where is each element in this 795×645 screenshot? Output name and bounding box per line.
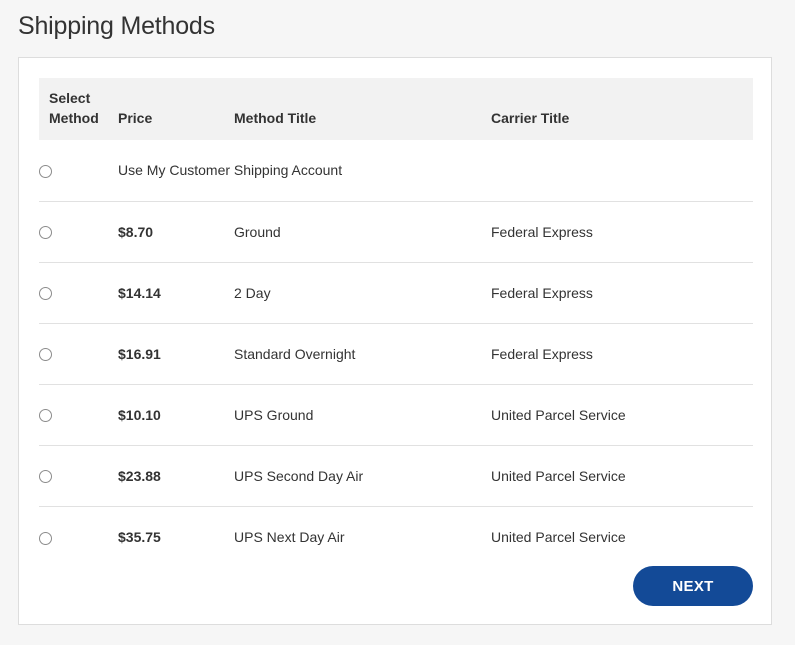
carrier-title-cell: Federal Express <box>491 284 593 301</box>
radio-cell[interactable] <box>39 262 118 323</box>
price-cell: $10.10 <box>118 406 161 423</box>
carrier-title-cell: United Parcel Service <box>491 406 626 423</box>
next-button[interactable]: NEXT <box>633 566 753 606</box>
header-select-line2: Method <box>49 110 99 126</box>
price-cell: $14.14 <box>118 284 161 301</box>
table-row[interactable]: $16.91 Standard Overnight Federal Expres… <box>39 323 753 384</box>
header-select-method: Select Method <box>39 78 118 140</box>
price-cell: $35.75 <box>118 528 161 545</box>
method-title-cell: 2 Day <box>234 284 271 301</box>
table-row[interactable]: $10.10 UPS Ground United Parcel Service <box>39 384 753 445</box>
method-radio-button[interactable] <box>39 348 52 362</box>
table-row[interactable]: Use My Customer Shipping Account <box>39 140 753 201</box>
radio-cell[interactable] <box>39 323 118 384</box>
radio-cell[interactable] <box>39 201 118 262</box>
radio-cell[interactable] <box>39 384 118 445</box>
method-title-cell: Ground <box>234 223 281 240</box>
method-title-cell: UPS Ground <box>234 406 314 423</box>
header-carrier-title: Carrier Title <box>491 110 570 126</box>
method-title-cell: UPS Second Day Air <box>234 467 364 484</box>
carrier-title-cell: Federal Express <box>491 345 593 362</box>
shipping-methods-table: Select Method Price Method Title Carrier… <box>39 78 753 567</box>
method-radio-button[interactable] <box>39 470 52 484</box>
method-radio-button[interactable] <box>39 531 52 545</box>
shipping-methods-panel: Select Method Price Method Title Carrier… <box>18 57 772 625</box>
price-cell: $16.91 <box>118 345 161 362</box>
radio-cell[interactable] <box>39 140 118 201</box>
method-radio-button[interactable] <box>39 165 52 179</box>
table-row[interactable]: $8.70 Ground Federal Express <box>39 201 753 262</box>
method-radio-button[interactable] <box>39 287 52 301</box>
page-title: Shipping Methods <box>18 12 215 40</box>
price-cell: $23.88 <box>118 467 161 484</box>
table-row[interactable]: $14.14 2 Day Federal Express <box>39 262 753 323</box>
carrier-title-cell: United Parcel Service <box>491 467 626 484</box>
carrier-title-cell: Federal Express <box>491 223 593 240</box>
header-price: Price <box>118 110 153 126</box>
method-title-cell: UPS Next Day Air <box>234 528 345 545</box>
header-method-title: Method Title <box>234 110 317 126</box>
price-cell: $8.70 <box>118 223 154 240</box>
method-title-cell: Use My Customer Shipping Account <box>118 162 343 179</box>
radio-cell[interactable] <box>39 506 118 567</box>
radio-cell[interactable] <box>39 445 118 506</box>
table-row[interactable]: $23.88 UPS Second Day Air United Parcel … <box>39 445 753 506</box>
method-title-cell: Standard Overnight <box>234 345 356 362</box>
carrier-title-cell: United Parcel Service <box>491 528 626 545</box>
method-radio-button[interactable] <box>39 409 52 423</box>
table-row[interactable]: $35.75 UPS Next Day Air United Parcel Se… <box>39 506 753 567</box>
method-radio-button[interactable] <box>39 226 52 240</box>
table-header-row: Select Method Price Method Title Carrier… <box>39 78 753 140</box>
header-select-line1: Select <box>49 90 91 106</box>
